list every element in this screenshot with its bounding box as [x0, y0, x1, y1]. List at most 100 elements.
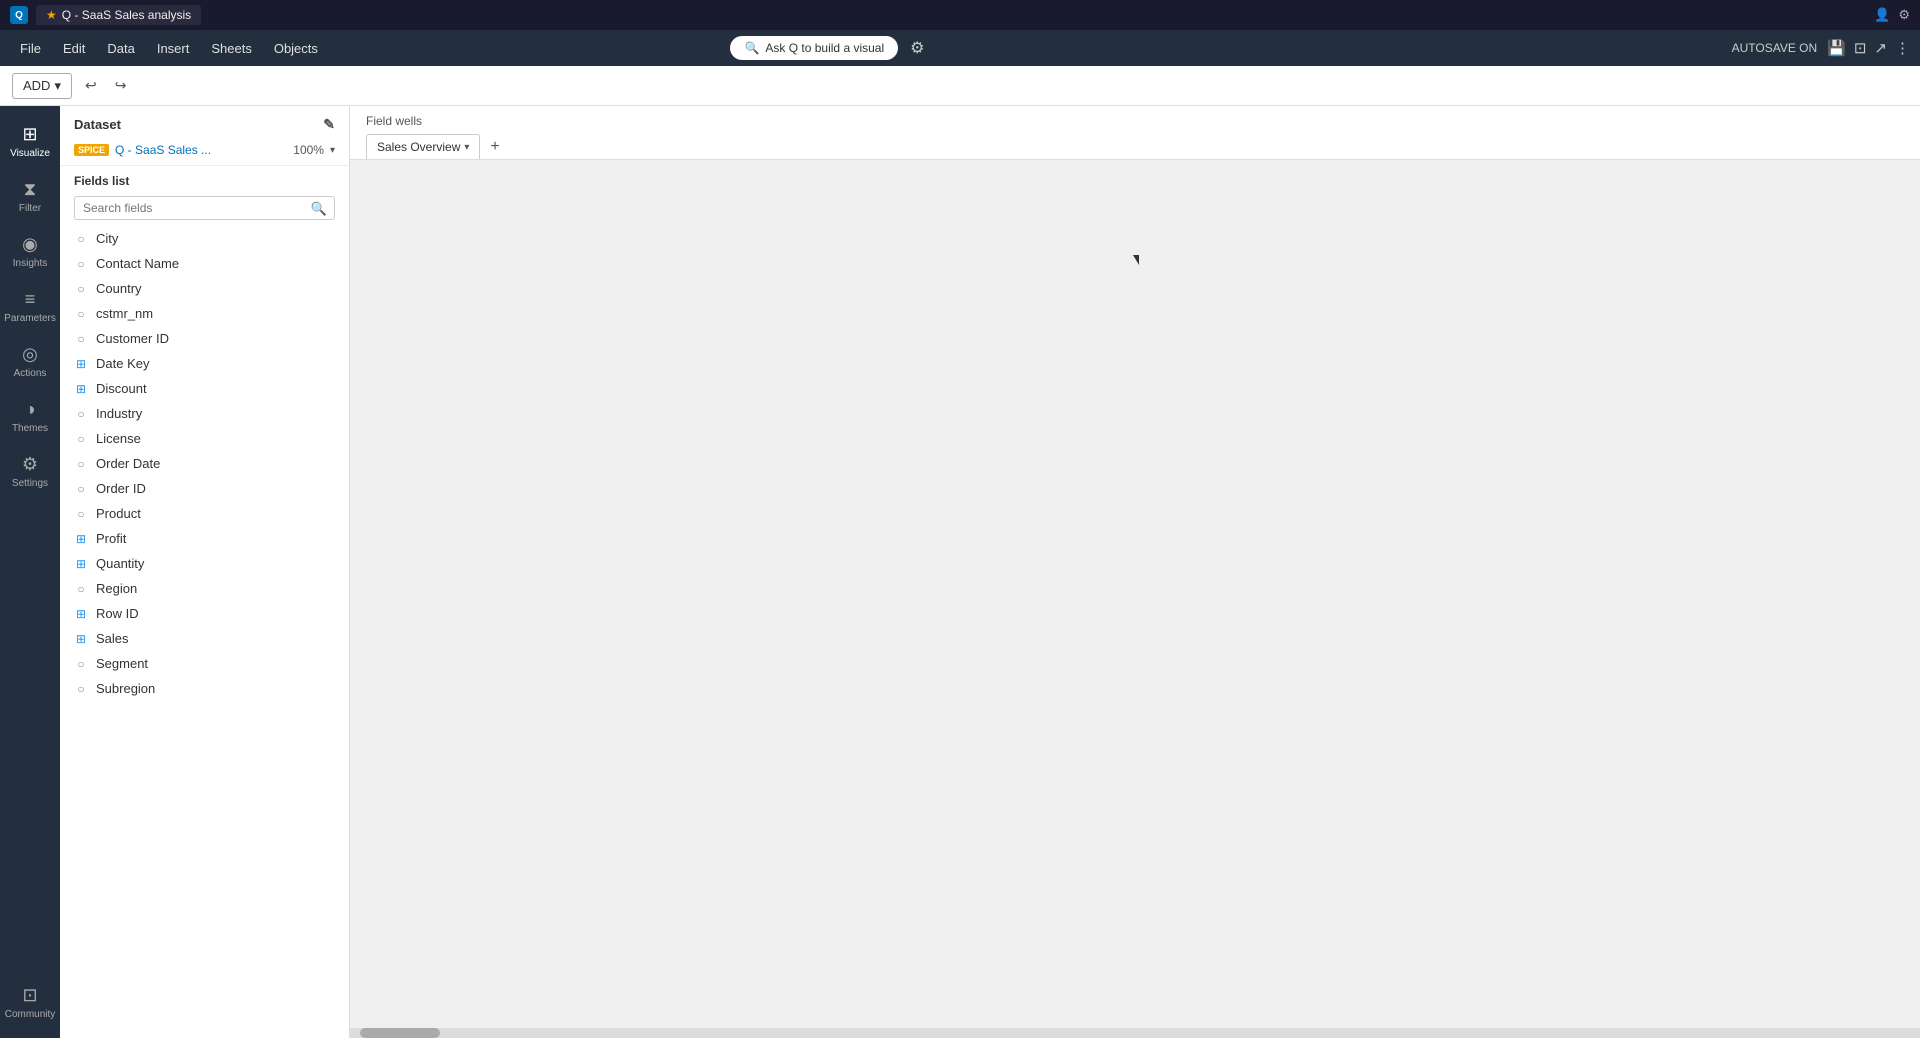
dataset-title: Dataset: [74, 117, 121, 132]
edit-dataset-icon[interactable]: ✎: [323, 116, 335, 133]
parameters-label: Parameters: [4, 313, 56, 324]
field-icon-numeric: ⊞: [74, 532, 88, 546]
save-icon[interactable]: 💾: [1827, 39, 1846, 57]
field-item-city[interactable]: ○City: [60, 226, 349, 251]
field-icon-string: ○: [74, 682, 88, 696]
preview-icon[interactable]: ⊡: [1854, 39, 1867, 57]
field-icon-geo: ○: [74, 282, 88, 296]
ask-q-button[interactable]: 🔍 Ask Q to build a visual: [730, 36, 898, 60]
more-icon[interactable]: ⋮: [1895, 39, 1910, 57]
field-item-discount[interactable]: ⊞Discount: [60, 376, 349, 401]
user-icon[interactable]: 👤: [1874, 7, 1890, 23]
fields-list-header: Fields list: [60, 166, 349, 192]
ask-q-settings-button[interactable]: ⚙: [906, 34, 928, 62]
field-wells-title: Field wells: [366, 114, 1904, 128]
field-name: Product: [96, 506, 141, 521]
field-item-order-date[interactable]: ○Order Date: [60, 451, 349, 476]
add-sheet-button[interactable]: +: [484, 136, 505, 158]
field-item-sales[interactable]: ⊞Sales: [60, 626, 349, 651]
fields-panel-header: Dataset ✎: [60, 106, 349, 139]
redo-button[interactable]: ↪: [110, 75, 132, 96]
share-icon[interactable]: ↗: [1874, 39, 1887, 57]
scrollbar-thumb[interactable]: [360, 1028, 440, 1038]
sheet-tab-sales-overview[interactable]: Sales Overview ▾: [366, 134, 480, 159]
settings-gear-icon: ⚙: [22, 454, 38, 475]
field-icon-string: ○: [74, 482, 88, 496]
field-icon-string: ○: [74, 332, 88, 346]
field-icon-string: ○: [74, 432, 88, 446]
field-item-product[interactable]: ○Product: [60, 501, 349, 526]
field-icon-numeric: ⊞: [74, 382, 88, 396]
field-item-profit[interactable]: ⊞ Profit: [60, 526, 349, 551]
sidebar-item-visualize[interactable]: ⊞ Visualize: [0, 114, 60, 169]
field-wells-bar: Field wells Sales Overview ▾ +: [350, 106, 1920, 160]
menu-data[interactable]: Data: [97, 37, 144, 60]
menu-file[interactable]: File: [10, 37, 51, 60]
field-name: Industry: [96, 406, 142, 421]
sidebar-item-themes[interactable]: ◑ Themes: [0, 389, 60, 444]
parameters-icon: ≡: [25, 289, 36, 310]
sidebar-item-parameters[interactable]: ≡ Parameters: [0, 279, 60, 334]
sheet-tab-chevron-icon[interactable]: ▾: [464, 142, 469, 153]
title-tab[interactable]: ★ Q - SaaS Sales analysis: [36, 5, 201, 25]
menu-sheets[interactable]: Sheets: [201, 37, 261, 60]
community-icon: ⊡: [22, 985, 37, 1006]
add-label: ADD: [23, 78, 50, 93]
field-item-segment[interactable]: ○Segment: [60, 651, 349, 676]
field-item-customer-id[interactable]: ○Customer ID: [60, 326, 349, 351]
field-name: Date Key: [96, 356, 149, 371]
bottom-scrollbar[interactable]: [350, 1028, 1920, 1038]
field-item-date-key[interactable]: ⊞Date Key: [60, 351, 349, 376]
field-item-row-id[interactable]: ⊞Row ID: [60, 601, 349, 626]
add-button[interactable]: ADD ▾: [12, 73, 72, 99]
tab-title: Q - SaaS Sales analysis: [62, 8, 191, 22]
insights-label: Insights: [13, 258, 47, 269]
field-item-region[interactable]: ○Region: [60, 576, 349, 601]
dataset-name[interactable]: Q - SaaS Sales ...: [115, 143, 287, 157]
insights-icon: ◉: [22, 234, 38, 255]
star-icon[interactable]: ★: [46, 8, 57, 22]
search-fields-input[interactable]: [74, 196, 335, 220]
sidebar-item-community[interactable]: ⊡ Community: [0, 975, 60, 1030]
dataset-row: SPICE Q - SaaS Sales ... 100% ▾: [74, 143, 335, 157]
field-item-order-id[interactable]: ○Order ID: [60, 476, 349, 501]
field-icon-string: ○: [74, 657, 88, 671]
visualize-icon: ⊞: [22, 124, 37, 145]
settings-label: Settings: [12, 478, 48, 489]
community-label: Community: [5, 1009, 56, 1020]
field-name: Row ID: [96, 606, 139, 621]
dataset-percent: 100%: [293, 143, 324, 157]
settings-icon[interactable]: ⚙: [1898, 7, 1910, 23]
field-item-cstmr_nm[interactable]: ○cstmr_nm: [60, 301, 349, 326]
menu-objects[interactable]: Objects: [264, 37, 328, 60]
field-item-country[interactable]: ○Country: [60, 276, 349, 301]
field-item-contact-name[interactable]: ○Contact Name: [60, 251, 349, 276]
main-layout: ⊞ Visualize ⧗ Filter ◉ Insights ≡ Parame…: [0, 106, 1920, 1038]
field-name: Contact Name: [96, 256, 179, 271]
sidebar-item-filter[interactable]: ⧗ Filter: [0, 169, 60, 224]
undo-button[interactable]: ↩: [80, 75, 102, 96]
search-fields-wrapper: 🔍: [60, 192, 349, 226]
field-item-industry[interactable]: ○Industry: [60, 401, 349, 426]
field-name: Profit: [96, 531, 126, 546]
canvas-area: Field wells Sales Overview ▾ +: [350, 106, 1920, 1038]
field-icon-numeric: ⊞: [74, 632, 88, 646]
field-item-quantity[interactable]: ⊞Quantity: [60, 551, 349, 576]
sidebar-item-actions[interactable]: ◎ Actions: [0, 334, 60, 389]
sidebar-item-settings[interactable]: ⚙ Settings: [0, 444, 60, 499]
canvas-content: [350, 160, 1920, 1028]
field-name: City: [96, 231, 118, 246]
menu-insert[interactable]: Insert: [147, 37, 200, 60]
menu-bar-right: AUTOSAVE ON 💾 ⊡ ↗ ⋮: [1732, 39, 1910, 57]
dataset-chevron-icon[interactable]: ▾: [330, 145, 335, 156]
field-name: Region: [96, 581, 137, 596]
menu-edit[interactable]: Edit: [53, 37, 95, 60]
spice-badge: SPICE: [74, 144, 109, 156]
search-fields-button[interactable]: 🔍: [311, 201, 327, 217]
sidebar-item-insights[interactable]: ◉ Insights: [0, 224, 60, 279]
field-item-subregion[interactable]: ○Subregion: [60, 676, 349, 701]
field-item-license[interactable]: ○License: [60, 426, 349, 451]
themes-icon: ◑: [25, 399, 36, 420]
field-name: Quantity: [96, 556, 144, 571]
filter-label: Filter: [19, 203, 41, 214]
